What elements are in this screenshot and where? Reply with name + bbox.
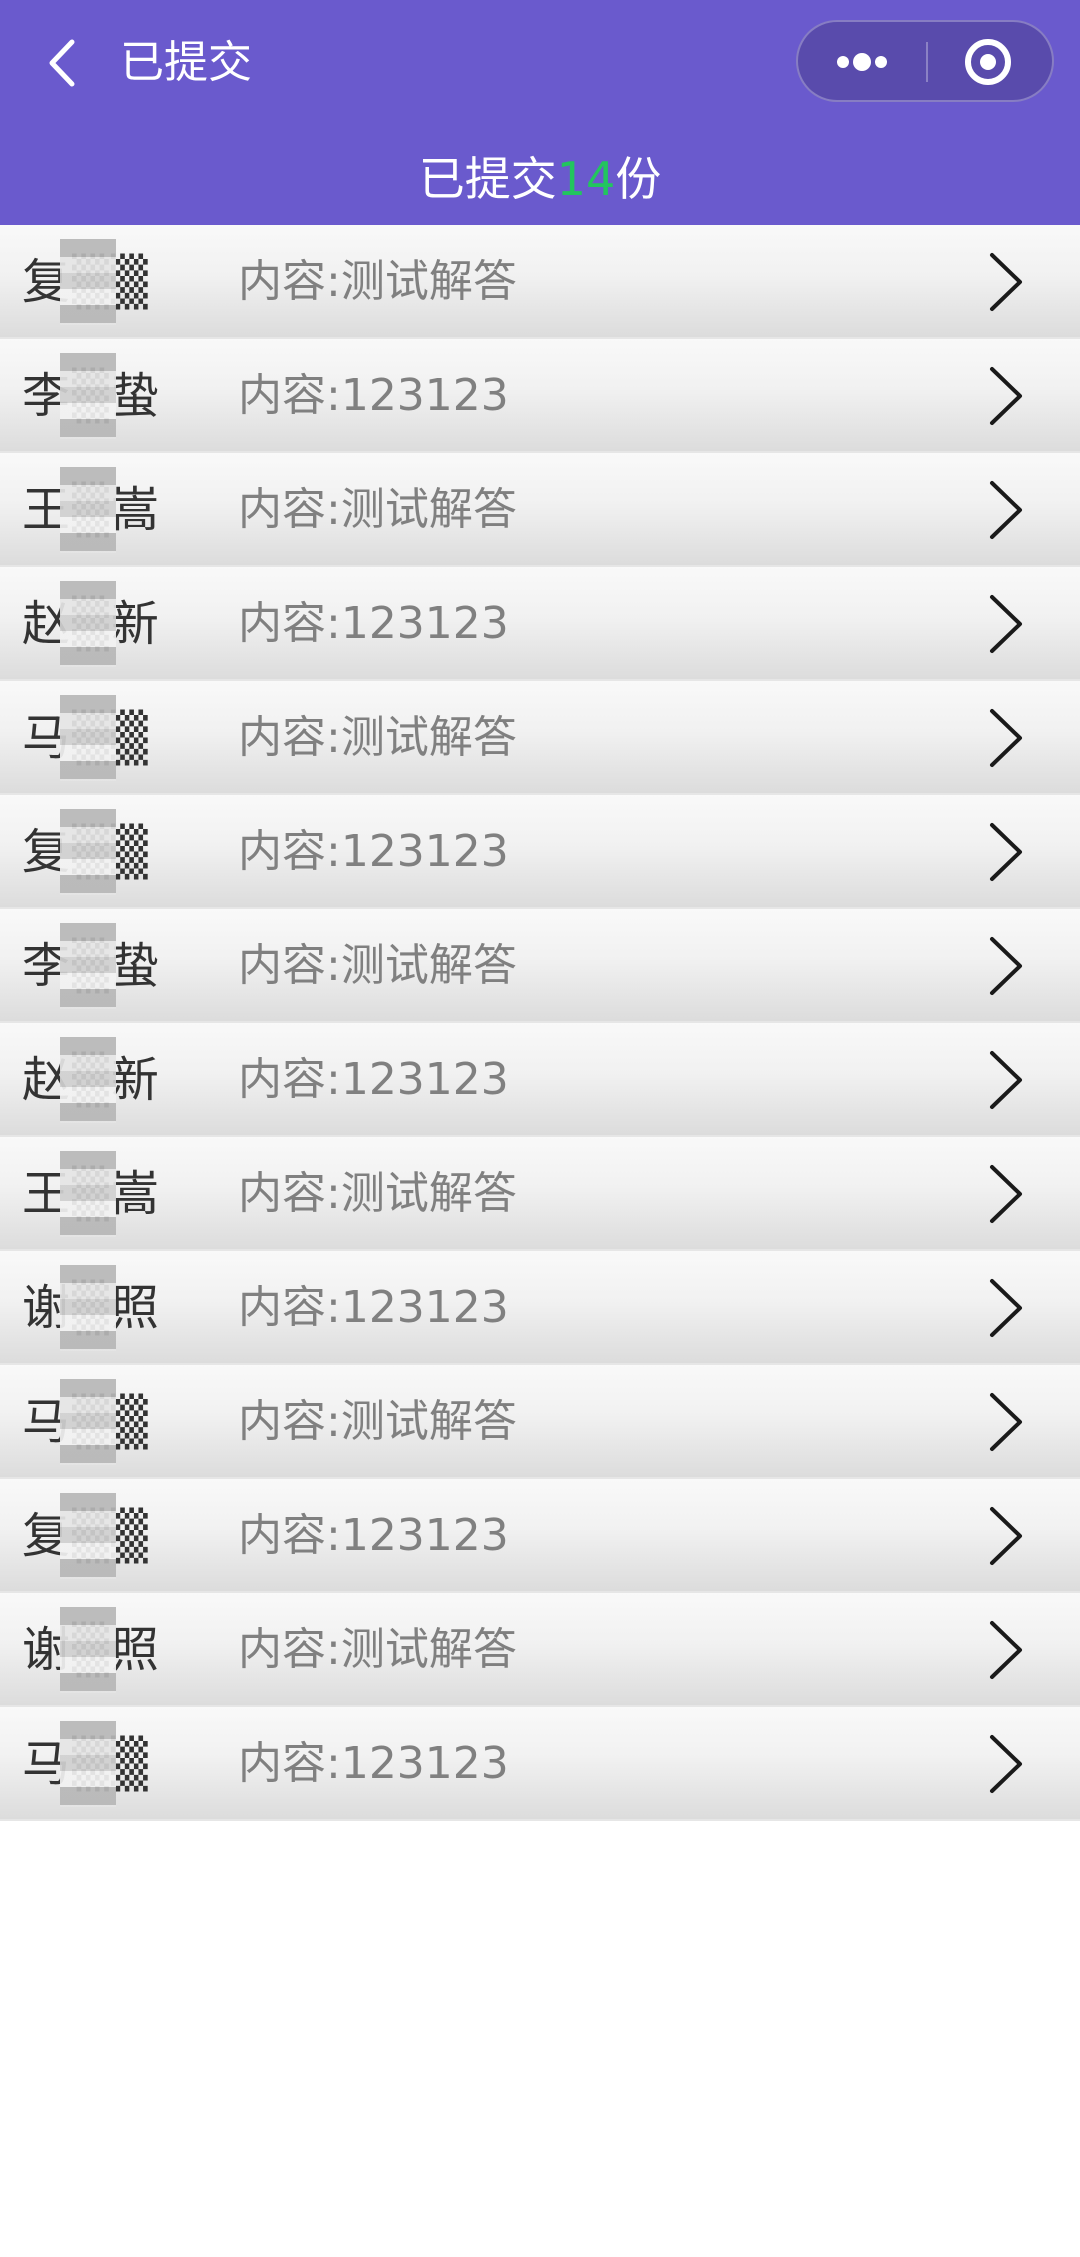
submission-content: 内容:123123 [238, 598, 509, 649]
more-button[interactable] [798, 22, 926, 100]
chevron-right-icon [990, 595, 1022, 653]
submission-content: 内容:测试解答 [238, 484, 517, 535]
chevron-left-icon [49, 39, 75, 87]
submission-content: 内容:123123 [238, 1738, 509, 1789]
name-mosaic [60, 1607, 116, 1693]
name-mosaic [60, 581, 116, 667]
submission-row[interactable]: 李▒蛰内容:123123 [0, 339, 1080, 453]
submission-row[interactable]: 复▒▒内容:123123 [0, 1479, 1080, 1593]
submission-summary: 已提交14份 [0, 140, 1080, 218]
app-root: 已提交 已提交14份 复▒▒内容:测试解答李▒蛰内容:123123王▒嵩内容:测 [0, 0, 1080, 2257]
submission-content: 内容:测试解答 [238, 256, 517, 307]
submission-content: 内容:123123 [238, 1054, 509, 1105]
submission-content: 内容:123123 [238, 370, 509, 421]
name-mosaic [60, 809, 116, 895]
submission-row[interactable]: 谢▒照内容:测试解答 [0, 1593, 1080, 1707]
name-mosaic [60, 1721, 116, 1807]
name-mosaic [60, 1151, 116, 1237]
submission-row[interactable]: 谢▒照内容:123123 [0, 1251, 1080, 1365]
target-circle-icon [965, 39, 1011, 85]
name-mosaic [60, 1037, 116, 1123]
back-button[interactable] [38, 30, 88, 96]
mini-program-capsule [796, 20, 1054, 102]
submission-list: 复▒▒内容:测试解答李▒蛰内容:123123王▒嵩内容:测试解答赵▒新内容:12… [0, 225, 1080, 1821]
submission-content: 内容:测试解答 [238, 1168, 517, 1219]
submission-row[interactable]: 王▒嵩内容:测试解答 [0, 453, 1080, 567]
chevron-right-icon [990, 709, 1022, 767]
submission-row[interactable]: 马▒▒内容:测试解答 [0, 681, 1080, 795]
submission-content: 内容:测试解答 [238, 940, 517, 991]
chevron-right-icon [990, 1279, 1022, 1337]
name-mosaic [60, 239, 116, 325]
name-mosaic [60, 1379, 116, 1465]
submission-row[interactable]: 马▒▒内容:123123 [0, 1707, 1080, 1821]
chevron-right-icon [990, 1165, 1022, 1223]
chevron-right-icon [990, 1735, 1022, 1793]
submission-row[interactable]: 赵▒新内容:123123 [0, 567, 1080, 681]
header-bar: 已提交 已提交14份 [0, 0, 1080, 225]
name-mosaic [60, 1493, 116, 1579]
chevron-right-icon [990, 367, 1022, 425]
name-mosaic [60, 467, 116, 553]
chevron-right-icon [990, 937, 1022, 995]
name-mosaic [60, 353, 116, 439]
submission-content: 内容:测试解答 [238, 1396, 517, 1447]
submission-row[interactable]: 马▒▒内容:测试解答 [0, 1365, 1080, 1479]
name-mosaic [60, 923, 116, 1009]
chevron-right-icon [990, 481, 1022, 539]
more-dots-icon [837, 53, 887, 71]
summary-suffix: 份 [615, 152, 662, 206]
submission-content: 内容:123123 [238, 1282, 509, 1333]
chevron-right-icon [990, 253, 1022, 311]
summary-prefix: 已提交 [418, 152, 557, 206]
name-mosaic [60, 695, 116, 781]
submission-content: 内容:测试解答 [238, 712, 517, 763]
submission-row[interactable]: 复▒▒内容:123123 [0, 795, 1080, 909]
chevron-right-icon [990, 1051, 1022, 1109]
close-button[interactable] [928, 22, 1052, 100]
chevron-right-icon [990, 823, 1022, 881]
name-mosaic [60, 1265, 116, 1351]
submission-content: 内容:123123 [238, 1510, 509, 1561]
submission-content: 内容:测试解答 [238, 1624, 517, 1675]
submission-content: 内容:123123 [238, 826, 509, 877]
chevron-right-icon [990, 1393, 1022, 1451]
page-title: 已提交 [120, 37, 252, 88]
submission-row[interactable]: 复▒▒内容:测试解答 [0, 225, 1080, 339]
submission-row[interactable]: 李▒蛰内容:测试解答 [0, 909, 1080, 1023]
submission-row[interactable]: 王▒嵩内容:测试解答 [0, 1137, 1080, 1251]
submission-row[interactable]: 赵▒新内容:123123 [0, 1023, 1080, 1137]
chevron-right-icon [990, 1621, 1022, 1679]
chevron-right-icon [990, 1507, 1022, 1565]
submission-count: 14 [556, 152, 616, 206]
